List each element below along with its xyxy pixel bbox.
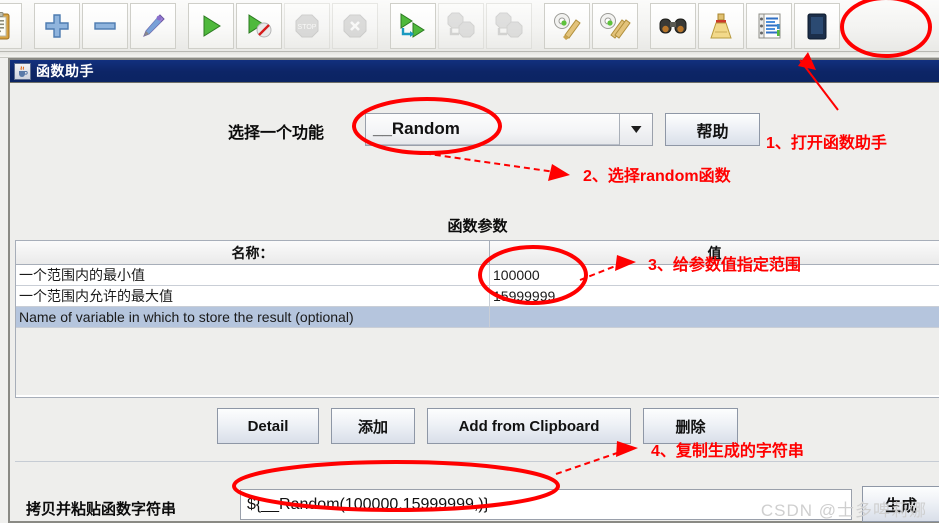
bottom-divider: [15, 461, 939, 462]
dialog-title-bar[interactable]: 函数助手: [10, 60, 939, 83]
reset-search-button[interactable]: [698, 2, 744, 49]
jmeter-toolbar: STOP: [0, 0, 939, 52]
param-name: 一个范围内的最小值: [16, 265, 490, 285]
add-param-button[interactable]: 添加: [331, 408, 415, 444]
toolbar-separator-4: [533, 3, 543, 49]
copy-paste-label: 拷贝并粘贴函数字符串: [26, 501, 177, 518]
table-row[interactable]: 一个范围内的最小值 100000: [16, 265, 939, 286]
generate-button[interactable]: 生成: [862, 486, 939, 522]
function-select[interactable]: __Random: [365, 113, 653, 146]
shutdown-icon: [343, 14, 367, 37]
clear-icon: [554, 12, 581, 40]
column-header-value[interactable]: 值: [490, 241, 939, 264]
java-coffee-icon: [14, 62, 31, 80]
param-name: Name of variable in which to store the r…: [16, 307, 490, 327]
param-value[interactable]: 15999999: [490, 286, 939, 306]
function-helper-button[interactable]: [746, 2, 792, 49]
toolbar-separator-5: [639, 3, 649, 49]
toolbar-separator-1: [23, 3, 33, 49]
remote-stop-all-icon: [447, 12, 475, 37]
param-value[interactable]: 100000: [490, 265, 939, 285]
add-from-clipboard-button[interactable]: Add from Clipboard: [427, 408, 631, 444]
remote-stop-all-button[interactable]: [438, 2, 484, 49]
function-string-field[interactable]: ${__Random(100000,15999999,)}: [240, 489, 852, 520]
stop-button[interactable]: STOP: [284, 2, 330, 49]
heap-button[interactable]: [794, 2, 840, 49]
param-value[interactable]: [490, 307, 939, 327]
table-row-selected[interactable]: Name of variable in which to store the r…: [16, 307, 939, 328]
function-select-value: __Random: [366, 114, 619, 145]
column-header-name[interactable]: 名称：: [16, 241, 490, 264]
start-no-timers-button[interactable]: [236, 2, 282, 49]
reset-search-icon: [710, 13, 732, 38]
remove-icon: [94, 21, 116, 30]
delete-button[interactable]: 删除: [643, 408, 738, 444]
choose-function-label: 选择一个功能: [228, 125, 325, 142]
dialog-body: 选择一个功能 __Random 帮助 函数参数 名称： 值 一个范围内的最小值 …: [10, 83, 939, 522]
undo-icon: [143, 13, 165, 37]
templates-button[interactable]: [0, 2, 22, 49]
help-button[interactable]: 帮助: [665, 113, 760, 146]
toolbar-separator-3: [379, 3, 389, 49]
detail-button[interactable]: Detail: [217, 408, 319, 444]
parameters-table: 名称： 值 一个范围内的最小值 100000 一个范围内允许的最大值 15999…: [15, 240, 939, 398]
clear-all-icon: [600, 12, 631, 39]
remote-shutdown-all-button[interactable]: [486, 2, 532, 49]
templates-icon: [0, 11, 10, 39]
remote-start-all-icon: [400, 12, 425, 38]
function-helper-icon: [758, 13, 781, 38]
remote-start-all-button[interactable]: [390, 2, 436, 49]
dialog-title: 函数助手: [36, 63, 94, 79]
start-button[interactable]: [188, 2, 234, 49]
chevron-down-icon[interactable]: [619, 114, 652, 145]
add-button[interactable]: [34, 2, 80, 49]
action-button-row: Detail 添加 Add from Clipboard 删除: [10, 408, 939, 444]
param-name: 一个范围内允许的最大值: [16, 286, 490, 306]
function-parameters-title: 函数参数: [447, 218, 508, 235]
remove-button[interactable]: [82, 2, 128, 49]
add-icon: [45, 13, 69, 38]
table-row[interactable]: 一个范围内允许的最大值 15999999: [16, 286, 939, 307]
search-icon: [659, 18, 687, 33]
toolbar-separator-2: [177, 3, 187, 49]
remote-shutdown-all-icon: [495, 12, 523, 37]
table-empty-area: [16, 328, 939, 395]
table-header-row: 名称： 值: [16, 241, 939, 265]
undo-button[interactable]: [130, 2, 176, 49]
start-icon: [203, 14, 221, 37]
search-button[interactable]: [650, 2, 696, 49]
function-helper-dialog: 函数助手 选择一个功能 __Random 帮助 函数参数 名称： 值 一个范围内…: [8, 58, 939, 523]
clear-all-button[interactable]: [592, 2, 638, 49]
shutdown-button[interactable]: [332, 2, 378, 49]
start-no-timers-icon: [248, 13, 272, 37]
heap-icon: [807, 13, 827, 39]
svg-text:STOP: STOP: [298, 24, 317, 31]
stop-icon: STOP: [295, 14, 319, 37]
clear-button[interactable]: [544, 2, 590, 49]
